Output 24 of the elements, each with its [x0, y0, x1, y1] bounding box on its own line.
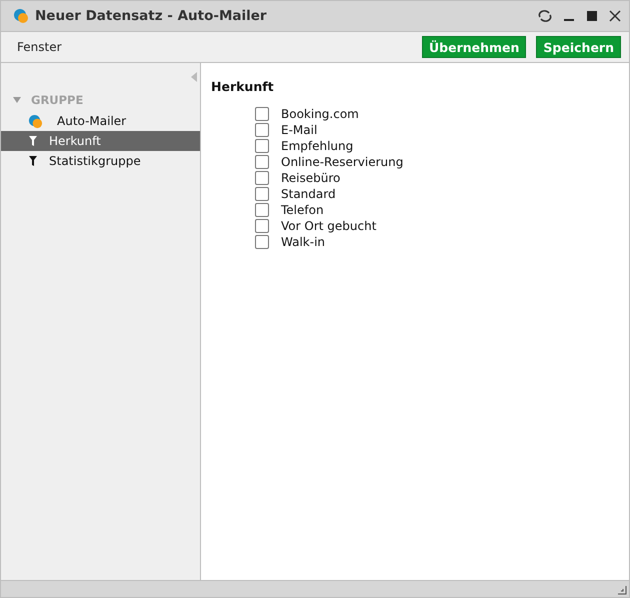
checkbox-option[interactable]: E-Mail [255, 122, 619, 138]
menu-item[interactable]: Fenster [17, 40, 62, 54]
restore-icon[interactable] [538, 10, 552, 22]
close-icon[interactable] [609, 10, 621, 22]
checkbox-option[interactable]: Telefon [255, 202, 619, 218]
window-title: Neuer Datensatz - Auto-Mailer [35, 8, 267, 24]
app-logo-icon [28, 114, 43, 128]
checkbox-option[interactable]: Empfehlung [255, 138, 619, 154]
checkbox-option[interactable]: Online-Reservierung [255, 154, 619, 170]
tree-item[interactable]: Herkunft [1, 131, 200, 151]
tree-item[interactable]: Statistikgruppe [1, 151, 200, 171]
app-logo-icon [13, 8, 29, 24]
checkbox-option[interactable]: Booking.com [255, 106, 619, 122]
resize-grip-icon[interactable] [618, 586, 627, 595]
group-label: GRUPPE [31, 93, 84, 107]
maximize-icon[interactable] [586, 10, 598, 22]
action-button[interactable]: Speichern [536, 36, 621, 58]
action-button[interactable]: Übernehmen [422, 36, 526, 58]
checkbox-option[interactable]: Standard [255, 186, 619, 202]
tree-item[interactable]: Auto-Mailer [1, 111, 200, 131]
section-heading: Herkunft [211, 79, 275, 94]
checkbox-option[interactable]: Reisebüro [255, 170, 619, 186]
checkbox-option[interactable]: Vor Ort gebucht [255, 218, 619, 234]
checkbox-option[interactable]: Walk-in [255, 234, 619, 250]
